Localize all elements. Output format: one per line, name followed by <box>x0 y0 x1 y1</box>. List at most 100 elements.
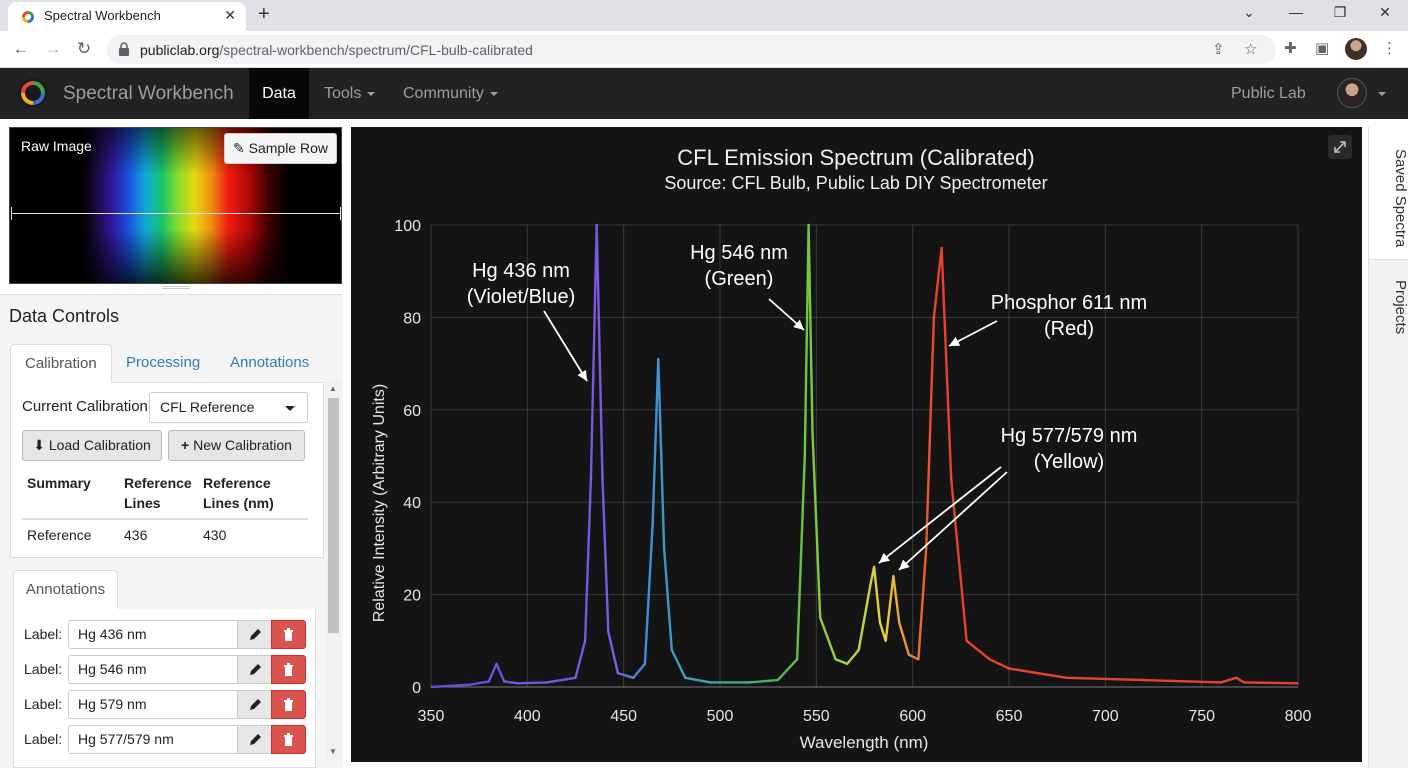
calibration-pane: Current Calibration: CFL Reference ⬇ Loa… <box>10 383 324 558</box>
scroll-up-icon[interactable]: ▲ <box>329 384 337 393</box>
data-point <box>777 679 779 681</box>
annotation-sublabel: (Violet/Blue) <box>467 286 576 308</box>
data-point <box>651 524 654 527</box>
close-tab-icon[interactable]: ✕ <box>224 7 236 24</box>
app-navbar: Spectral Workbench Data Tools Community … <box>0 68 1408 119</box>
nav-community[interactable]: Community <box>403 68 498 119</box>
edit-annotation-button[interactable] <box>237 620 272 649</box>
spectrum-chart[interactable]: 350 400 450 500 550 600 650 700 750 800 0 20 40 60 80 1… <box>351 127 1362 762</box>
annotation-input[interactable]: Hg 577/579 nm <box>68 725 238 754</box>
annotation-input[interactable]: Hg 579 nm <box>68 690 238 719</box>
data-point <box>834 658 837 661</box>
edit-annotation-button[interactable] <box>237 725 272 754</box>
data-point <box>933 316 935 319</box>
data-controls-tabs: Calibration Processing Annotations <box>10 344 324 383</box>
extensions-icon[interactable]: ✚ <box>1284 39 1297 57</box>
sample-row-handle-left[interactable] <box>11 207 12 220</box>
raw-image-panel[interactable]: Raw Image ✎ Sample Row <box>9 127 342 284</box>
forward-icon[interactable]: → <box>43 39 63 59</box>
edit-annotation-button[interactable] <box>237 655 272 684</box>
close-window-icon[interactable]: ✕ <box>1370 4 1400 21</box>
back-icon[interactable]: ← <box>11 39 31 59</box>
calibration-select[interactable]: CFL Reference <box>149 392 308 423</box>
minimize-icon[interactable]: — <box>1281 4 1311 20</box>
nav-user-name[interactable]: Public Lab <box>1231 68 1306 119</box>
tab-calibration[interactable]: Calibration <box>10 344 112 383</box>
delete-annotation-button[interactable] <box>271 725 306 754</box>
data-point <box>950 478 952 480</box>
browser-menu-icon[interactable]: ⋮ <box>1382 39 1397 57</box>
tab-search-icon[interactable]: ⌄ <box>1234 4 1264 21</box>
data-point <box>748 681 750 684</box>
annotations-pane: Label: Hg 436 nm Label: Hg 546 nm Label:… <box>13 609 316 768</box>
data-point <box>879 621 881 624</box>
scroll-thumb[interactable] <box>328 398 339 633</box>
annotation-sublabel: (Yellow) <box>1034 451 1104 473</box>
chevron-down-icon[interactable] <box>1378 92 1386 96</box>
annotation-arrowhead <box>879 552 890 563</box>
tab-saved-spectra[interactable]: Saved Spectra <box>1369 127 1408 260</box>
nav-data[interactable]: Data <box>249 68 309 119</box>
browser-tab[interactable]: Spectral Workbench ✕ <box>8 2 246 31</box>
data-point <box>925 547 927 550</box>
trash-icon <box>284 628 293 641</box>
data-point <box>965 640 968 642</box>
scroll-down-icon[interactable]: ▼ <box>329 747 337 756</box>
edit-annotation-button[interactable] <box>237 690 272 719</box>
data-point <box>869 584 872 587</box>
annotation-label: Label: <box>24 626 63 642</box>
side-panel-icon[interactable]: ▣ <box>1315 39 1329 57</box>
right-sidebar: Saved Spectra Projects <box>1368 127 1408 768</box>
data-point <box>846 663 848 665</box>
data-point <box>657 358 660 360</box>
reload-icon[interactable]: ↻ <box>74 39 94 59</box>
data-point <box>1220 681 1222 684</box>
annotation-input[interactable]: Hg 546 nm <box>68 655 238 684</box>
tab-title: Spectral Workbench <box>44 8 161 23</box>
restore-icon[interactable]: ❐ <box>1325 4 1355 21</box>
tab-projects[interactable]: Projects <box>1369 272 1408 342</box>
new-calibration-button[interactable]: + New Calibration <box>168 430 305 461</box>
x-tick-label: 550 <box>803 708 830 725</box>
browser-profile-avatar[interactable] <box>1345 38 1367 60</box>
pencil-icon <box>250 664 261 675</box>
annotation-input[interactable]: Hg 436 nm <box>68 620 238 649</box>
delete-annotation-button[interactable] <box>271 620 306 649</box>
bookmark-star-icon[interactable]: ☆ <box>1244 40 1257 58</box>
annotation-label: Label: <box>24 731 63 747</box>
sample-row-line[interactable] <box>12 213 340 214</box>
delete-annotation-button[interactable] <box>271 655 306 684</box>
x-tick-label: 800 <box>1285 708 1312 725</box>
tab-annotations[interactable]: Annotations <box>216 344 323 383</box>
trash-icon <box>284 663 293 676</box>
x-tick-label: 700 <box>1092 708 1119 725</box>
chevron-down-icon <box>285 406 295 411</box>
data-point <box>1297 682 1299 685</box>
table-header: Reference Lines (nm) <box>198 467 308 520</box>
load-calibration-button[interactable]: ⬇ Load Calibration <box>22 430 162 461</box>
table-header: Summary <box>22 467 119 520</box>
panel-resize-handle[interactable] <box>162 286 190 289</box>
tab-processing[interactable]: Processing <box>112 344 214 383</box>
sample-row-button[interactable]: ✎ Sample Row <box>224 133 337 164</box>
expand-icon[interactable] <box>1328 135 1352 159</box>
data-point <box>617 672 619 674</box>
address-bar[interactable]: publiclab.org/spectral-workbench/spectru… <box>106 35 1276 64</box>
data-point <box>430 686 432 688</box>
data-controls-scrollbar[interactable]: ▲ ▼ <box>326 380 341 760</box>
user-avatar[interactable] <box>1337 78 1367 108</box>
delete-annotation-button[interactable] <box>271 690 306 719</box>
data-point <box>488 680 490 683</box>
download-icon: ⬇ <box>33 437 45 453</box>
share-icon[interactable]: ⇪ <box>1212 40 1225 58</box>
y-tick-label: 100 <box>394 218 421 235</box>
brand-name[interactable]: Spectral Workbench <box>63 83 234 105</box>
sample-row-handle-right[interactable] <box>340 207 341 220</box>
nav-tools[interactable]: Tools <box>324 68 376 119</box>
data-point <box>873 566 875 568</box>
annotation-sublabel: (Red) <box>1044 318 1094 340</box>
data-point <box>807 224 810 226</box>
new-tab-icon[interactable]: + <box>258 3 270 26</box>
current-calibration-label: Current Calibration: <box>22 398 153 415</box>
annotations-tab[interactable]: Annotations <box>13 570 118 609</box>
